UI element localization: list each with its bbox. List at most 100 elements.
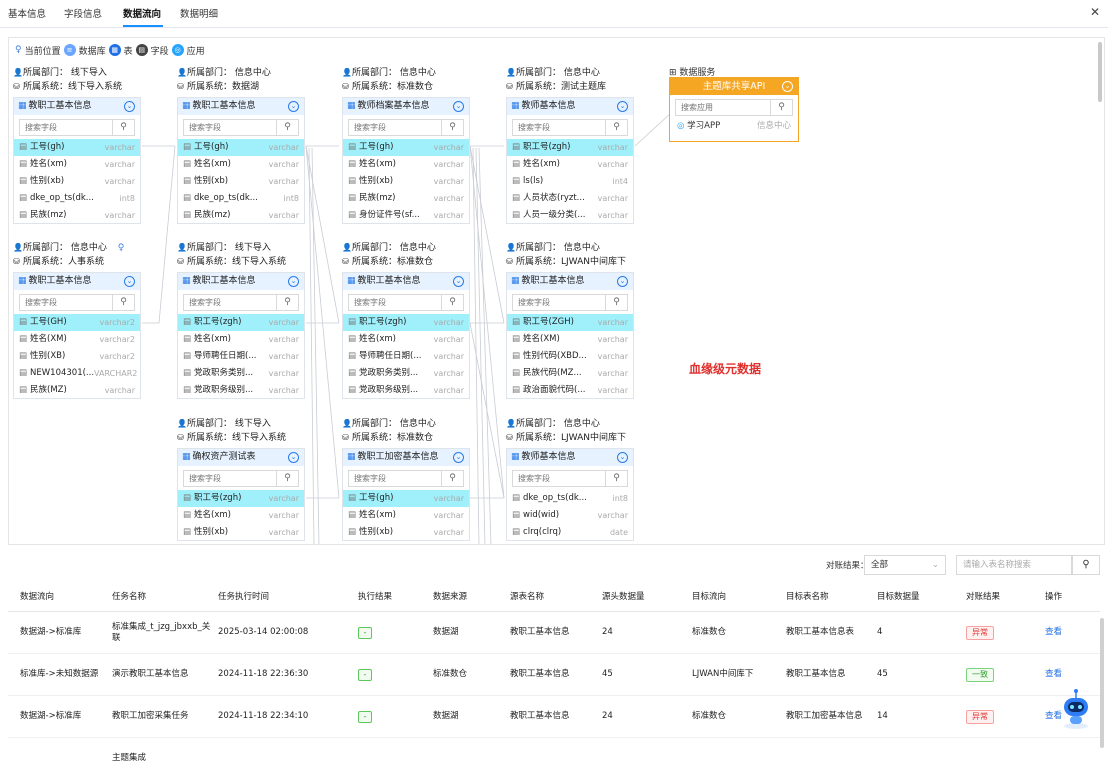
chevron-down-icon[interactable]: ⌄ [124,101,135,112]
field-row[interactable]: ▤ 职工号(ZGH) varchar [507,314,633,331]
table-card[interactable]: ▦教师档案基本信息⌄⚲▤工号(gh)varchar▤姓名(xm)varchar▤… [342,97,470,224]
field-search-input[interactable] [20,295,112,310]
field-search[interactable]: ⚲ [512,294,628,311]
table-card[interactable]: ▦教职工基本信息⌄⚲▤职工号(zgh)varchar▤姓名(xm)varchar… [342,272,470,399]
field-row[interactable]: ▤ 职工号(zgh) varchar [178,490,304,507]
field-row[interactable]: ▤ 民族(mz) varchar [178,207,304,224]
chevron-down-icon[interactable]: ⌄ [124,276,135,287]
api-app-row[interactable]: ◎ 学习APP 信息中心 [670,119,798,133]
field-row[interactable]: ▤ ls(ls) int4 [507,173,633,190]
table-row[interactable]: 主题集成 [8,738,1100,768]
chevron-down-icon[interactable]: ⌄ [782,81,793,92]
field-search[interactable]: ⚲ [512,119,628,136]
field-row[interactable]: ▤ dke_op_ts(dk... int8 [178,190,304,207]
assistant-robot-icon[interactable] [1058,688,1094,730]
field-row[interactable]: ▤ dke_op_ts(dk... int8 [14,190,140,207]
field-row[interactable]: ▤ 姓名(XM) varchar2 [14,331,140,348]
chevron-down-icon[interactable]: ⌄ [288,452,299,463]
search-icon[interactable]: ⚲ [605,471,627,486]
field-row[interactable]: ▤ 导师聘任日期(... varchar [178,348,304,365]
field-row[interactable]: ▤ 工号(gh) varchar [178,139,304,156]
field-row[interactable]: ▤ 党政职务类别... varchar [343,365,469,382]
api-card[interactable]: 主题库共享API ⌄ ⚲ ◎ 学习APP 信息中心 [669,77,799,142]
search-icon[interactable]: ⚲ [441,295,463,310]
field-row[interactable]: ▤ 姓名(xm) varchar [14,156,140,173]
field-row[interactable]: ▤ 人员状态(ryzt... varchar [507,190,633,207]
field-row[interactable]: ▤ 导师聘任日期(... varchar [343,348,469,365]
field-search[interactable]: ⚲ [183,119,299,136]
table-row[interactable]: 数据湖->标准库 标准集成_t_jzg_jbxxb_关联 2025-03-14 02… [8,612,1100,654]
field-row[interactable]: ▤ 工号(gh) varchar [343,139,469,156]
field-row[interactable]: ▤ 民族代码(MZ... varchar [507,365,633,382]
field-row[interactable]: ▤ 工号(gh) varchar [343,490,469,507]
field-row[interactable]: ▤ 职工号(zgh) varchar [507,139,633,156]
field-search[interactable]: ⚲ [19,294,135,311]
field-row[interactable]: ▤ 党政职务级别... varchar [343,382,469,399]
view-link[interactable]: 查看 [1045,627,1062,638]
field-row[interactable]: ▤ 性别(xb) varchar [343,524,469,541]
tab-data-detail[interactable]: 数据明细 [180,6,218,20]
field-row[interactable]: ▤ 性别(xb) varchar [178,524,304,541]
table-card[interactable]: ▦教职工基本信息⌄⚲▤职工号(zgh)varchar▤姓名(xm)varchar… [177,272,305,399]
search-icon[interactable]: ⚲ [441,120,463,135]
field-row[interactable]: ▤ NEW104301(... VARCHAR2 [14,365,140,382]
field-row[interactable]: ▤ wid(wid) varchar [507,507,633,524]
field-row[interactable]: ▤ 性别(XB) varchar2 [14,348,140,365]
field-row[interactable]: ▤ 姓名(xm) varchar [343,156,469,173]
field-row[interactable]: ▤ 民族(mz) varchar [14,207,140,224]
field-search[interactable]: ⚲ [183,470,299,487]
field-row[interactable]: ▤ 性别(xb) varchar [178,173,304,190]
table-card[interactable]: ▦教职工加密基本信息⌄⚲▤工号(gh)varchar▤姓名(xm)varchar… [342,448,470,541]
search-icon[interactable]: ⚲ [276,471,298,486]
chevron-down-icon[interactable]: ⌄ [617,101,628,112]
table-card[interactable]: ▦教职工基本信息⌄⚲▤工号(GH)varchar2▤姓名(XM)varchar2… [13,272,141,399]
view-link[interactable]: 查看 [1045,669,1062,680]
field-row[interactable]: ▤ 姓名(xm) varchar [343,331,469,348]
lineage-canvas[interactable]: ♀ 当前位置 ≡ 数据库 ▦ 表 ▤ 字段 ◎ 应用 👤所属部门： 线下导入 ⛁ 所… [8,37,1105,545]
search-icon[interactable]: ⚲ [605,295,627,310]
field-row[interactable]: ▤ 党政职务类别... varchar [178,365,304,382]
tab-data-flow[interactable]: 数据流向 [123,6,161,20]
field-row[interactable]: ▤ 性别代码(XBD... varchar [507,348,633,365]
canvas-scrollbar[interactable] [1098,42,1102,102]
field-row[interactable]: ▤ 姓名(xm) varchar [178,331,304,348]
field-search-input[interactable] [184,120,276,135]
api-search[interactable]: ⚲ [675,99,793,116]
field-row[interactable]: ▤ 姓名(xm) varchar [178,156,304,173]
table-row[interactable]: 标准库->未知数据源 演示教职工基本信息 2024-11-18 22:36:30 - 标… [8,654,1100,696]
field-row[interactable]: ▤ 工号(GH) varchar2 [14,314,140,331]
field-row[interactable]: ▤ 姓名(xm) varchar [343,507,469,524]
table-card[interactable]: ▦教职工基本信息⌄⚲▤工号(gh)varchar▤姓名(xm)varchar▤性… [13,97,141,224]
search-icon[interactable]: ⚲ [276,120,298,135]
table-card[interactable]: ▦确权资产测试表⌄⚲▤职工号(zgh)varchar▤姓名(xm)varchar… [177,448,305,541]
search-button[interactable]: ⚲ [1072,555,1100,575]
field-row[interactable]: ▤ 职工号(zgh) varchar [178,314,304,331]
chevron-down-icon[interactable]: ⌄ [453,276,464,287]
chevron-down-icon[interactable]: ⌄ [453,452,464,463]
field-row[interactable]: ▤ 姓名(xm) varchar [178,507,304,524]
table-scrollbar[interactable] [1100,618,1104,748]
field-row[interactable]: ▤ 性别(xb) varchar [343,173,469,190]
field-row[interactable]: ▤ 姓名(XM) varchar [507,331,633,348]
table-card[interactable]: ▦教师基本信息⌄⚲▤职工号(zgh)varchar▤姓名(xm)varchar▤… [506,97,634,224]
field-row[interactable]: ▤ 民族(MZ) varchar [14,382,140,399]
field-search[interactable]: ⚲ [348,119,464,136]
table-card[interactable]: ▦教职工基本信息⌄⚲▤职工号(ZGH)varchar▤姓名(XM)varchar… [506,272,634,399]
field-row[interactable]: ▤ dke_op_ts(dk... int8 [507,490,633,507]
field-search-input[interactable] [513,120,605,135]
field-search-input[interactable] [513,295,605,310]
field-search[interactable]: ⚲ [183,294,299,311]
api-search-input[interactable] [676,100,770,115]
field-row[interactable]: ▤ 性别(xb) varchar [14,173,140,190]
chevron-down-icon[interactable]: ⌄ [288,276,299,287]
chevron-down-icon[interactable]: ⌄ [288,101,299,112]
field-search[interactable]: ⚲ [348,294,464,311]
field-row[interactable]: ▤ clrq(clrq) date [507,524,633,541]
chevron-down-icon[interactable]: ⌄ [617,452,628,463]
table-card[interactable]: ▦教职工基本信息⌄⚲▤工号(gh)varchar▤姓名(xm)varchar▤性… [177,97,305,224]
field-search[interactable]: ⚲ [19,119,135,136]
table-card[interactable]: ▦教师基本信息⌄⚲▤dke_op_ts(dk...int8▤wid(wid)va… [506,448,634,541]
search-icon[interactable]: ⚲ [112,295,134,310]
table-row[interactable]: 数据湖->标准库 教职工加密采集任务 2024-11-18 22:34:10 - 数据湖… [8,696,1100,738]
field-row[interactable]: ▤ 姓名(xm) varchar [507,156,633,173]
